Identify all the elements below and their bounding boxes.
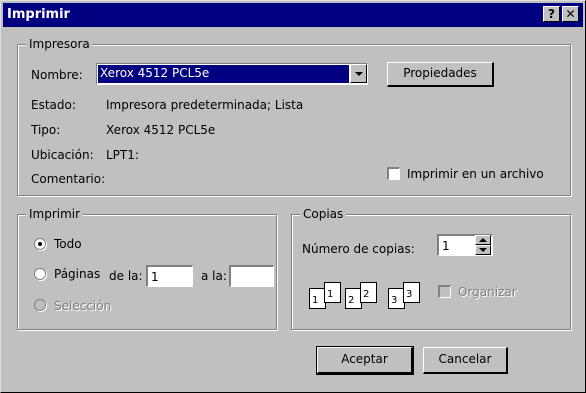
printer-name-value: Xerox 4512 PCL5e [98, 65, 349, 83]
chevron-down-icon [355, 72, 363, 76]
collate-page-number: 1 [312, 295, 319, 306]
print-range-group-label: Imprimir [26, 207, 84, 221]
arrow-up-icon [479, 238, 487, 242]
collate-page-number: 2 [348, 295, 355, 306]
properties-button[interactable]: Propiedades [387, 62, 494, 87]
copies-count-label: Número de copias: [302, 242, 415, 256]
collate-page-number: 3 [391, 295, 398, 306]
printer-name-label: Nombre: [31, 68, 83, 82]
comment-label: Comentario: [31, 172, 106, 186]
cancel-button[interactable]: Cancelar [423, 347, 508, 374]
collate-page-number: 3 [406, 289, 413, 300]
window-title: Imprimir [7, 7, 70, 22]
status-label: Estado: [31, 98, 76, 112]
from-page-label: de la: [109, 269, 143, 283]
arrow-down-icon [479, 248, 487, 252]
print-pages-radio[interactable] [34, 268, 46, 280]
cancel-button-label: Cancelar [438, 352, 492, 366]
type-label: Tipo: [31, 123, 61, 137]
collate-page-back: 2 [360, 282, 377, 303]
copies-spin-down-button[interactable] [475, 245, 491, 255]
print-all-radio[interactable] [34, 238, 46, 250]
radio-selected-dot [38, 242, 42, 246]
help-icon: ? [548, 7, 555, 21]
close-icon: ✕ [565, 7, 576, 21]
location-value: LPT1: [106, 148, 139, 162]
print-all-label[interactable]: Todo [54, 237, 82, 251]
print-pages-label[interactable]: Páginas [54, 267, 100, 281]
print-to-file-label[interactable]: Imprimir en un archivo [407, 167, 544, 181]
collate-page-back: 3 [403, 282, 420, 303]
printer-name-combo[interactable]: Xerox 4512 PCL5e [96, 63, 368, 85]
copies-group: Copias [291, 207, 571, 330]
to-page-input[interactable] [229, 265, 274, 287]
type-value: Xerox 4512 PCL5e [106, 123, 216, 137]
printer-combo-dropdown-button[interactable] [350, 64, 367, 83]
copies-group-label: Copias [300, 207, 347, 221]
copies-count-value: 1 [442, 239, 450, 253]
to-page-label: a la: [201, 269, 227, 283]
collate-label[interactable]: Organizar [458, 285, 517, 299]
print-selection-label[interactable]: Selección [54, 299, 111, 313]
from-page-input[interactable]: 1 [146, 265, 193, 287]
collate-page-number: 1 [327, 289, 334, 300]
help-button[interactable]: ? [543, 6, 560, 22]
collate-checkbox[interactable] [438, 285, 451, 298]
ok-button-label: Aceptar [341, 352, 388, 366]
status-value: Impresora predeterminada; Lista [106, 98, 304, 112]
title-bar[interactable]: Imprimir ? ✕ [3, 3, 583, 27]
properties-button-label: Propiedades [403, 66, 477, 80]
copies-spin-up-button[interactable] [475, 235, 491, 245]
print-to-file-checkbox[interactable] [387, 167, 400, 180]
printer-group-label: Impresora [26, 37, 93, 51]
collate-page-back: 1 [324, 282, 341, 303]
close-button[interactable]: ✕ [562, 6, 579, 22]
collate-page-number: 2 [363, 289, 370, 300]
location-label: Ubicación: [31, 148, 94, 162]
print-dialog: Imprimir ? ✕ Impresora Nombre: Xerox 451… [0, 0, 586, 393]
ok-button[interactable]: Aceptar [316, 346, 414, 375]
from-page-value: 1 [151, 270, 159, 284]
print-selection-radio[interactable] [34, 299, 46, 311]
